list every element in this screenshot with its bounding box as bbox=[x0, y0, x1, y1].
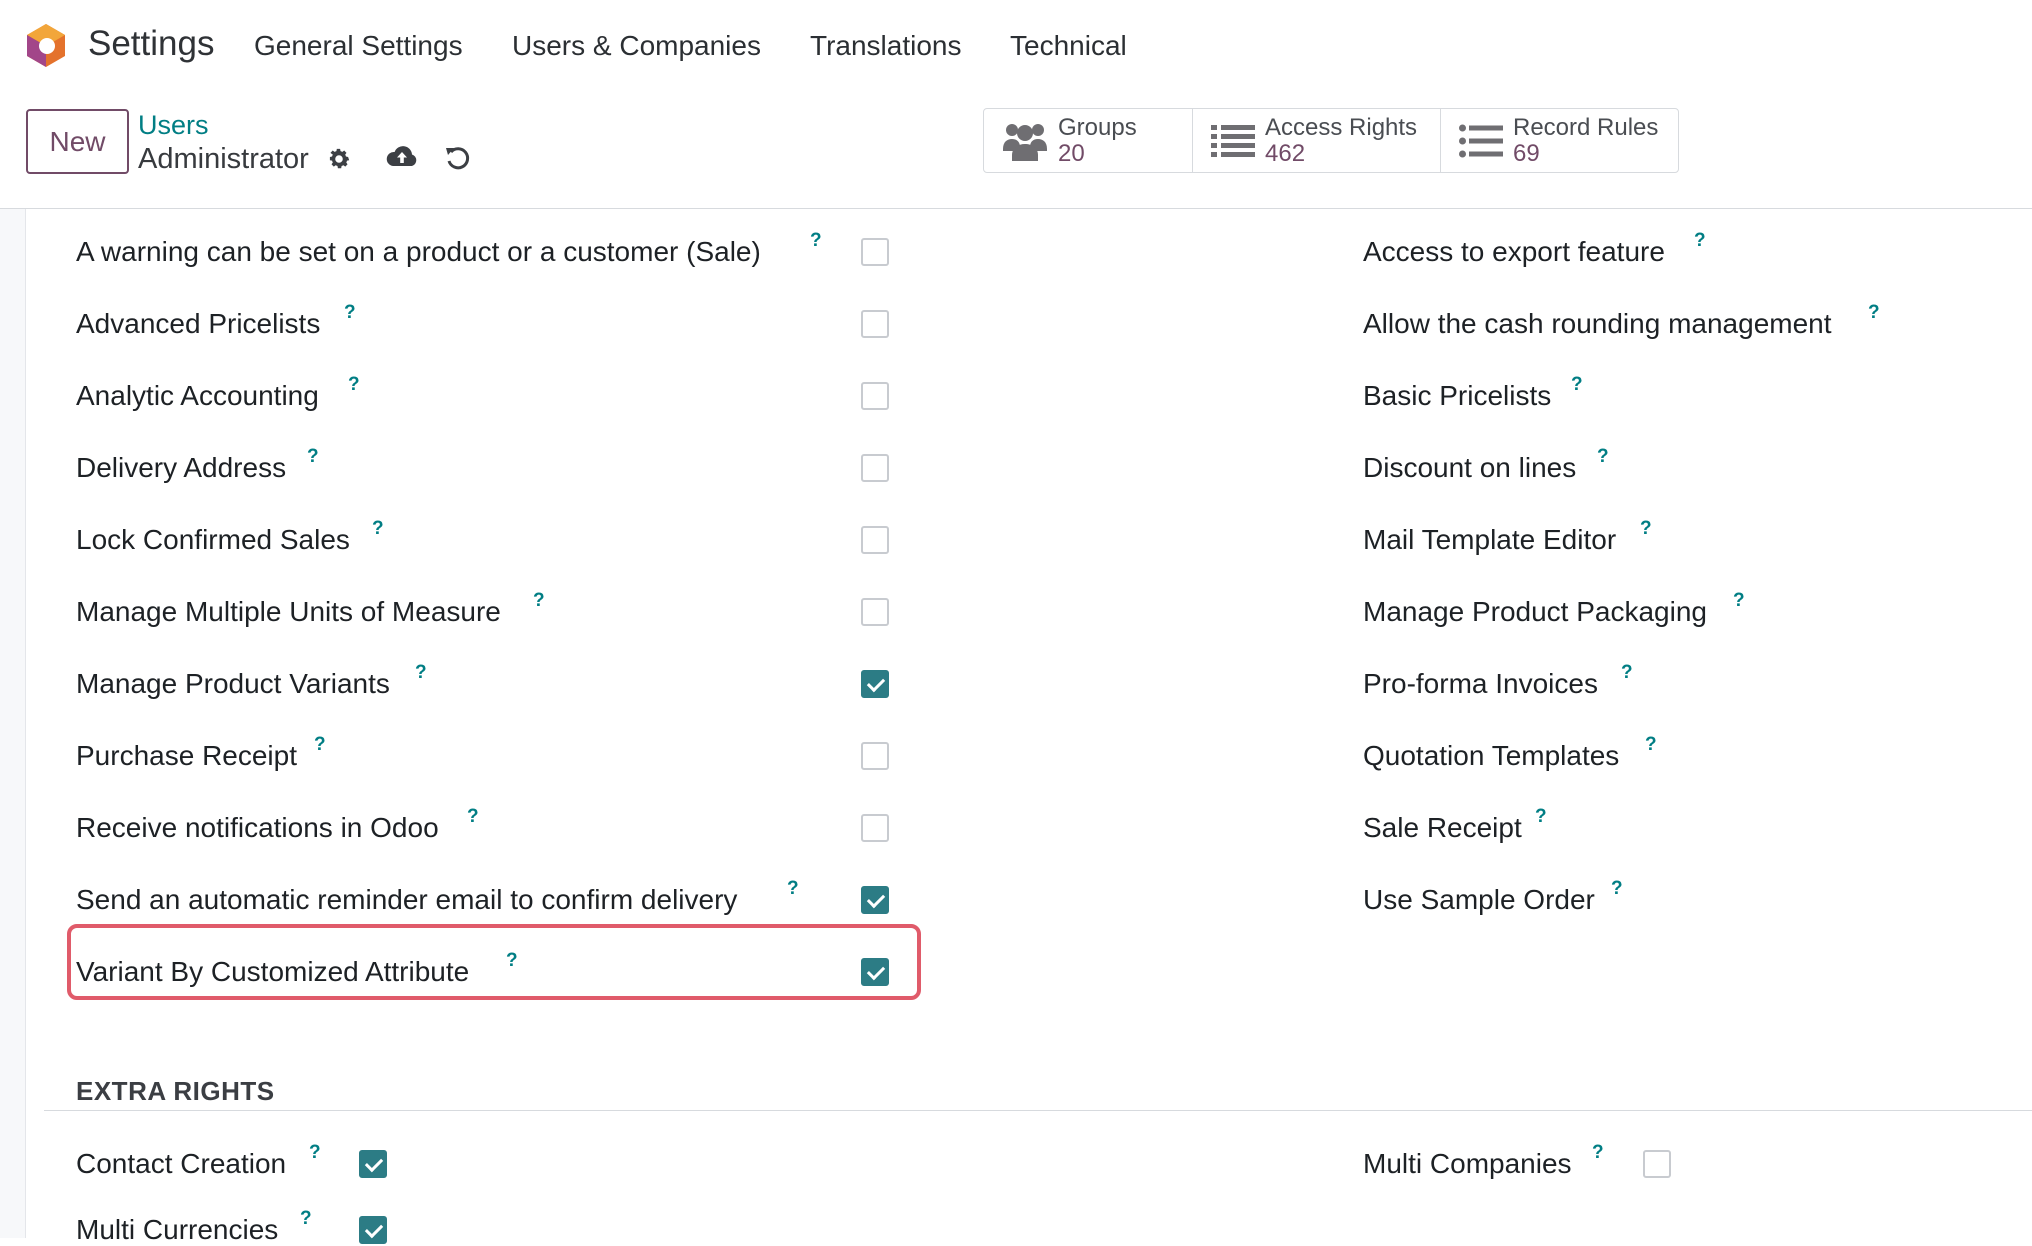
setting-checkbox-checked[interactable] bbox=[359, 1150, 387, 1178]
setting-checkbox-checked[interactable] bbox=[861, 670, 889, 698]
setting-checkbox[interactable] bbox=[1643, 1150, 1671, 1178]
setting-checkbox-checked[interactable] bbox=[861, 886, 889, 914]
setting-label: Send an automatic reminder email to conf… bbox=[76, 884, 738, 915]
setting-label: Sale Receipt bbox=[1363, 812, 1522, 843]
list-icon bbox=[1211, 124, 1255, 157]
groups-label: Groups bbox=[1058, 113, 1137, 141]
help-tooltip-icon[interactable]: ? bbox=[1535, 806, 1547, 828]
setting-label: Allow the cash rounding management bbox=[1363, 308, 1832, 339]
help-tooltip-icon[interactable]: ? bbox=[344, 302, 356, 324]
record-rules-smart-button[interactable]: Record Rules 69 bbox=[1441, 109, 1678, 172]
cloud-upload-icon[interactable] bbox=[384, 142, 420, 172]
setting-label: Manage Product Packaging bbox=[1363, 596, 1707, 627]
smart-button-box: Groups 20 Access Rights 462 Record Rules… bbox=[983, 108, 1679, 173]
setting-label: Multi Currencies bbox=[76, 1214, 279, 1245]
top-navbar: Settings General Settings Users & Compan… bbox=[0, 0, 2032, 92]
setting-checkbox[interactable] bbox=[861, 814, 889, 842]
help-tooltip-icon[interactable]: ? bbox=[1621, 662, 1633, 684]
setting-checkbox-checked[interactable] bbox=[359, 1216, 387, 1244]
setting-checkbox[interactable] bbox=[861, 742, 889, 770]
setting-checkbox[interactable] bbox=[861, 238, 889, 266]
setting-label: Quotation Templates bbox=[1363, 740, 1620, 771]
setting-label: Receive notifications in Odoo bbox=[76, 812, 439, 843]
help-tooltip-icon[interactable]: ? bbox=[307, 446, 319, 468]
setting-checkbox[interactable] bbox=[861, 454, 889, 482]
setting-label: Advanced Pricelists bbox=[76, 308, 321, 339]
odoo-logo-icon[interactable] bbox=[24, 22, 68, 68]
setting-checkbox-checked[interactable] bbox=[861, 958, 889, 986]
menu-general-settings[interactable]: General Settings bbox=[254, 30, 463, 62]
menu-users-companies[interactable]: Users & Companies bbox=[512, 30, 761, 62]
setting-label: Access to export feature bbox=[1363, 236, 1665, 267]
setting-checkbox[interactable] bbox=[861, 382, 889, 410]
menu-technical[interactable]: Technical bbox=[1010, 30, 1127, 62]
setting-label: Discount on lines bbox=[1363, 452, 1577, 483]
help-tooltip-icon[interactable]: ? bbox=[1611, 878, 1623, 900]
help-tooltip-icon[interactable]: ? bbox=[1694, 230, 1706, 252]
setting-label: Purchase Receipt bbox=[76, 740, 298, 771]
help-tooltip-icon[interactable]: ? bbox=[1592, 1142, 1604, 1164]
setting-label: Contact Creation bbox=[76, 1148, 287, 1179]
help-tooltip-icon[interactable]: ? bbox=[372, 518, 384, 540]
groups-smart-button[interactable]: Groups 20 bbox=[984, 109, 1193, 172]
menu-translations[interactable]: Translations bbox=[810, 30, 961, 62]
setting-label: Multi Companies bbox=[1363, 1148, 1572, 1179]
setting-label: Pro-forma Invoices bbox=[1363, 668, 1598, 699]
record-rules-label: Record Rules bbox=[1513, 113, 1659, 141]
list-icon bbox=[1459, 124, 1503, 157]
setting-checkbox[interactable] bbox=[861, 310, 889, 338]
access-rights-smart-button[interactable]: Access Rights 462 bbox=[1193, 109, 1441, 172]
help-tooltip-icon[interactable]: ? bbox=[1571, 374, 1583, 396]
setting-label: Analytic Accounting bbox=[76, 380, 319, 411]
app-title[interactable]: Settings bbox=[88, 24, 214, 64]
setting-checkbox[interactable] bbox=[861, 598, 889, 626]
access-rights-count: 462 bbox=[1265, 139, 1306, 167]
record-rules-count: 69 bbox=[1513, 139, 1540, 167]
help-tooltip-icon[interactable]: ? bbox=[810, 230, 822, 252]
help-tooltip-icon[interactable]: ? bbox=[415, 662, 427, 684]
extra-rights-heading: EXTRA RIGHTS bbox=[76, 1076, 275, 1106]
breadcrumb-current: Administrator bbox=[138, 143, 309, 175]
setting-label: Manage Multiple Units of Measure bbox=[76, 596, 501, 627]
new-button[interactable]: New bbox=[26, 109, 129, 174]
access-rights-label: Access Rights bbox=[1265, 113, 1418, 141]
help-tooltip-icon[interactable]: ? bbox=[506, 950, 518, 972]
help-tooltip-icon[interactable]: ? bbox=[1597, 446, 1609, 468]
setting-label: Variant By Customized Attribute bbox=[76, 956, 470, 987]
help-tooltip-icon[interactable]: ? bbox=[1733, 590, 1745, 612]
help-tooltip-icon[interactable]: ? bbox=[314, 734, 326, 756]
setting-label: Use Sample Order bbox=[1363, 884, 1595, 915]
gear-icon[interactable] bbox=[324, 144, 354, 174]
sheet-left-edge bbox=[0, 209, 26, 1238]
setting-label: Mail Template Editor bbox=[1363, 524, 1617, 555]
setting-label: Basic Pricelists bbox=[1363, 380, 1552, 411]
setting-label: Delivery Address bbox=[76, 452, 287, 483]
header-divider bbox=[0, 208, 2032, 209]
help-tooltip-icon[interactable]: ? bbox=[1868, 302, 1880, 324]
help-tooltip-icon[interactable]: ? bbox=[1640, 518, 1652, 540]
help-tooltip-icon[interactable]: ? bbox=[309, 1142, 321, 1164]
discard-undo-icon[interactable] bbox=[442, 142, 474, 174]
setting-label: A warning can be set on a product or a c… bbox=[76, 236, 761, 267]
help-tooltip-icon[interactable]: ? bbox=[300, 1208, 312, 1230]
groups-count: 20 bbox=[1058, 139, 1085, 167]
setting-checkbox[interactable] bbox=[861, 526, 889, 554]
help-tooltip-icon[interactable]: ? bbox=[1645, 734, 1657, 756]
breadcrumb-users-link[interactable]: Users bbox=[138, 110, 209, 141]
help-tooltip-icon[interactable]: ? bbox=[533, 590, 545, 612]
setting-label: Manage Product Variants bbox=[76, 668, 390, 699]
help-tooltip-icon[interactable]: ? bbox=[467, 806, 479, 828]
section-divider bbox=[44, 1110, 2032, 1111]
help-tooltip-icon[interactable]: ? bbox=[348, 374, 360, 396]
help-tooltip-icon[interactable]: ? bbox=[787, 878, 799, 900]
setting-label: Lock Confirmed Sales bbox=[76, 524, 350, 555]
users-icon bbox=[1003, 123, 1047, 161]
